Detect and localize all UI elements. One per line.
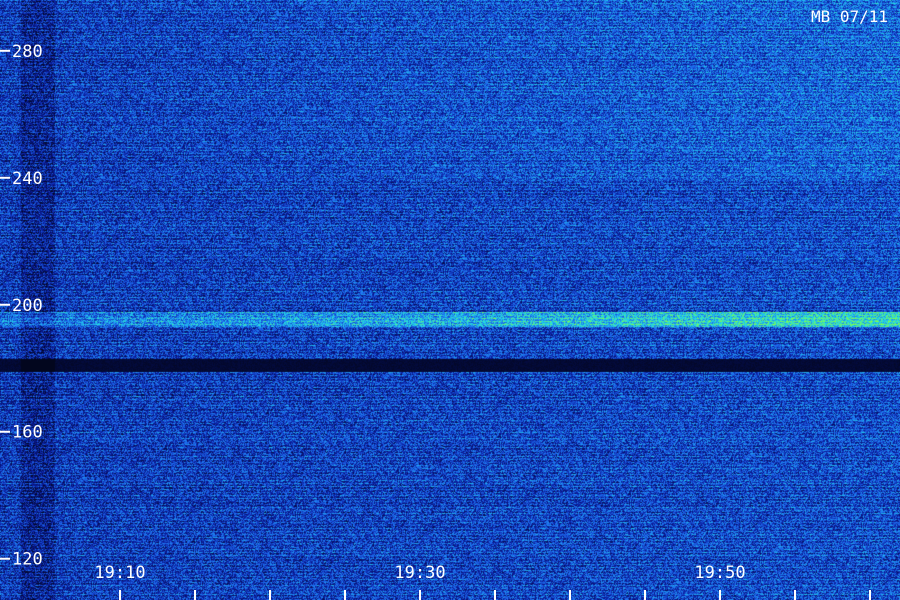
x-axis: 19:10 19:30 19:50 bbox=[94, 563, 871, 600]
y-tick-label: 280 bbox=[12, 42, 43, 62]
chart-overlay: MB 07/11 120 160 200 240 280 19:10 19:30 19:50 bbox=[0, 7, 888, 600]
spectrogram-panel: MB 07/11 120 160 200 240 280 19:10 19:30 19:50 bbox=[0, 0, 900, 600]
y-tick-label: 160 bbox=[12, 423, 43, 443]
x-tick-label: 19:30 bbox=[394, 563, 445, 583]
x-tick-label: 19:50 bbox=[694, 563, 745, 583]
y-axis: 120 160 200 240 280 bbox=[0, 42, 43, 570]
y-tick-label: 120 bbox=[12, 550, 43, 570]
chart-title: MB 07/11 bbox=[811, 7, 888, 26]
y-tick-label: 200 bbox=[12, 296, 43, 316]
y-tick-label: 240 bbox=[12, 169, 43, 189]
x-tick-label: 19:10 bbox=[94, 563, 145, 583]
